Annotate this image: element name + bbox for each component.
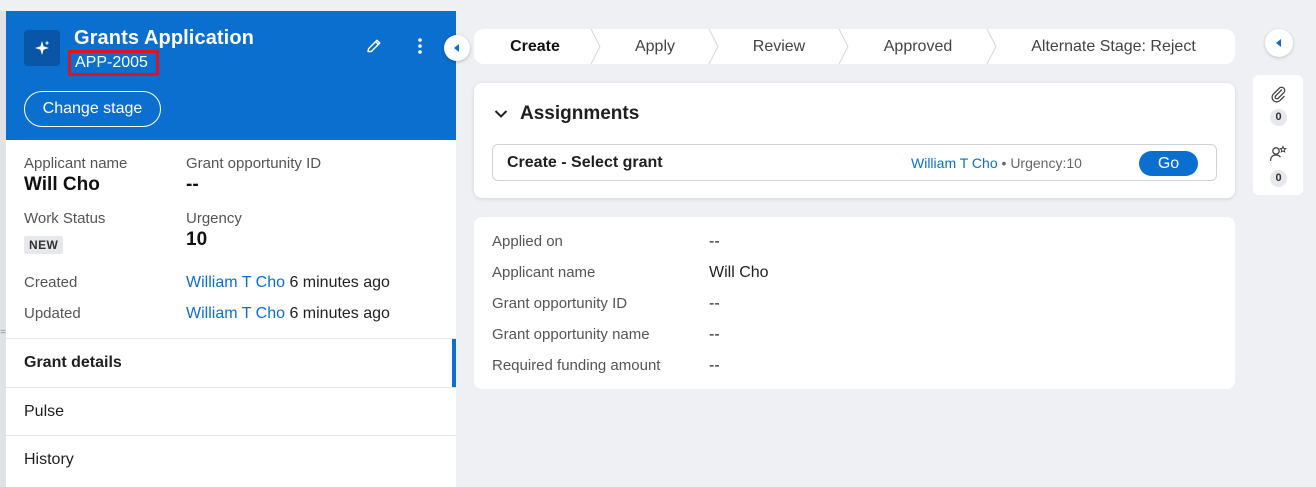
collapse-panel-button[interactable] bbox=[444, 35, 470, 61]
created-by-link[interactable]: William T Cho bbox=[186, 274, 285, 291]
created-meta: William T Cho 6 minutes ago bbox=[186, 274, 390, 292]
detail-label: Applicant name bbox=[492, 264, 596, 281]
stage-bar: Create Apply Review Approved Alternate S… bbox=[474, 29, 1235, 64]
active-indicator bbox=[452, 339, 456, 387]
caret-left-icon bbox=[1276, 39, 1281, 47]
nav-item-history[interactable]: History bbox=[6, 435, 456, 483]
applicant-name-value: Will Cho bbox=[24, 174, 100, 195]
followers-count: 0 bbox=[1270, 170, 1287, 187]
updated-meta: William T Cho 6 minutes ago bbox=[186, 305, 390, 323]
stage-review[interactable]: Review bbox=[714, 29, 849, 64]
work-status-label: Work Status bbox=[24, 210, 106, 227]
stage-approved[interactable]: Approved bbox=[844, 29, 997, 64]
stage-apply[interactable]: Apply bbox=[596, 29, 719, 64]
assignments-card: Assignments Create - Select grant Willia… bbox=[474, 83, 1235, 198]
detail-label: Grant opportunity ID bbox=[492, 295, 628, 312]
utilities-rail: 0 0 bbox=[1253, 75, 1303, 195]
assignee-link[interactable]: William T Cho bbox=[911, 155, 998, 171]
detail-value: -- bbox=[709, 326, 720, 343]
stage-label: Create bbox=[510, 37, 560, 55]
assignment-meta: William T Cho • Urgency:10 bbox=[911, 155, 1082, 171]
urgency-value: 10 bbox=[186, 229, 208, 250]
stage-create[interactable]: Create bbox=[474, 29, 601, 64]
assignments-heading: Assignments bbox=[520, 103, 640, 124]
pencil-icon[interactable] bbox=[364, 36, 384, 56]
urgency-label: Urgency bbox=[186, 210, 242, 227]
updated-when: 6 minutes ago bbox=[289, 305, 390, 322]
rail-collapse-button[interactable] bbox=[1265, 29, 1293, 57]
status-badge: NEW bbox=[24, 236, 64, 254]
detail-label: Applied on bbox=[492, 233, 563, 250]
detail-value: -- bbox=[709, 233, 720, 250]
more-vertical-icon[interactable] bbox=[410, 36, 430, 56]
grant-id-value: -- bbox=[186, 174, 199, 195]
assignment-row: Create - Select grant William T Cho • Ur… bbox=[492, 144, 1217, 181]
grant-id-label: Grant opportunity ID bbox=[186, 155, 322, 172]
stage-alternate-reject[interactable]: Alternate Stage: Reject bbox=[992, 29, 1235, 64]
chevron-down-icon bbox=[494, 110, 508, 118]
nav-item-label: Pulse bbox=[24, 403, 65, 420]
top-strip bbox=[0, 0, 1316, 10]
created-when: 6 minutes ago bbox=[289, 274, 390, 291]
assignments-header[interactable]: Assignments bbox=[494, 103, 639, 125]
case-id: APP-2005 bbox=[68, 50, 159, 76]
case-summary-panel: Grants Application APP-2005 Change stage… bbox=[6, 11, 456, 487]
caret-left-icon bbox=[454, 44, 459, 52]
updated-by-link[interactable]: William T Cho bbox=[186, 305, 285, 322]
paperclip-icon[interactable] bbox=[1268, 84, 1288, 104]
updated-label: Updated bbox=[24, 305, 81, 322]
nav-item-label: History bbox=[24, 451, 74, 468]
stage-label: Approved bbox=[883, 37, 953, 55]
sparkle-icon bbox=[24, 30, 60, 66]
applicant-name-label: Applicant name bbox=[24, 155, 128, 172]
case-title: Grants Application bbox=[74, 27, 254, 49]
detail-label: Required funding amount bbox=[492, 357, 661, 374]
created-label: Created bbox=[24, 274, 78, 291]
attachments-count: 0 bbox=[1270, 109, 1287, 126]
detail-value: -- bbox=[709, 295, 720, 312]
change-stage-button[interactable]: Change stage bbox=[24, 91, 161, 127]
assignment-urgency: Urgency:10 bbox=[1010, 155, 1082, 171]
nav-item-label: Grant details bbox=[24, 354, 122, 371]
detail-value: Will Cho bbox=[709, 264, 769, 281]
nav-item-grant-details[interactable]: Grant details bbox=[6, 338, 456, 387]
case-header: Grants Application APP-2005 Change stage bbox=[6, 11, 456, 140]
detail-label: Grant opportunity name bbox=[492, 326, 650, 343]
stage-label: Alternate Stage: Reject bbox=[1031, 37, 1196, 55]
user-star-icon[interactable] bbox=[1268, 144, 1288, 164]
assignment-name: Create - Select grant bbox=[507, 154, 663, 171]
nav-item-pulse[interactable]: Pulse bbox=[6, 387, 456, 435]
meta-separator: • bbox=[997, 155, 1011, 171]
details-card: Applied on -- Applicant name Will Cho Gr… bbox=[474, 217, 1235, 389]
stage-label: Review bbox=[752, 37, 806, 55]
stage-label: Apply bbox=[634, 37, 676, 55]
detail-value: -- bbox=[709, 357, 720, 374]
go-button[interactable]: Go bbox=[1139, 151, 1198, 176]
